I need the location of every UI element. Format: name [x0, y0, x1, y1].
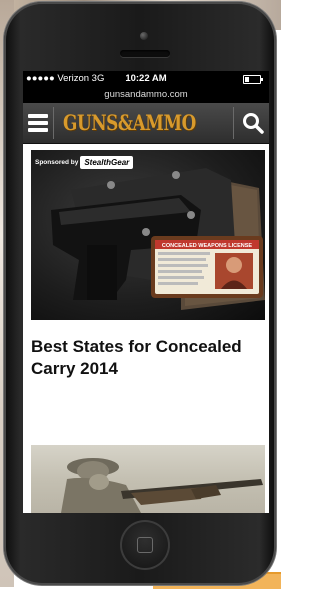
holster-photo: CONCEALED WEAPONS LICENSE	[51, 168, 265, 310]
hamburger-menu-icon[interactable]	[26, 109, 50, 137]
sponsored-by-label: Sponsored by	[35, 158, 79, 166]
header-divider-left	[53, 107, 54, 139]
sponsor-badge[interactable]: Sponsored by StealthGear	[35, 154, 134, 170]
status-bar: ●●●●● Verizon 3G 10:22 AM	[23, 71, 269, 87]
sponsor-logo: StealthGear	[80, 155, 134, 169]
url-text: gunsandammo.com	[104, 89, 188, 100]
status-time: 10:22 AM	[125, 73, 167, 84]
search-icon[interactable]	[241, 111, 265, 135]
header-divider-right	[233, 107, 234, 139]
earpiece-speaker	[120, 50, 170, 57]
url-bar[interactable]: gunsandammo.com	[23, 87, 269, 103]
article-headline[interactable]: Best States for Concealed Carry 2014	[31, 336, 261, 380]
site-logo[interactable]: GUNS&AMMO	[63, 109, 196, 137]
battery-icon	[243, 75, 263, 84]
app-header: GUNS&AMMO	[23, 103, 269, 144]
rifle-photo	[61, 458, 263, 513]
front-camera	[140, 32, 148, 40]
home-button[interactable]	[120, 520, 170, 570]
phone-frame: ●●●●● Verizon 3G 10:22 AM gunsandammo.co…	[4, 2, 276, 585]
article-image-holster[interactable]: CONCEALED WEAPONS LICENSE Sponsored by S…	[31, 150, 265, 320]
license-card-title: CONCEALED WEAPONS LICENSE	[162, 243, 252, 249]
phone-screen: ●●●●● Verizon 3G 10:22 AM gunsandammo.co…	[23, 71, 269, 513]
article-image-rifle[interactable]	[31, 445, 265, 513]
